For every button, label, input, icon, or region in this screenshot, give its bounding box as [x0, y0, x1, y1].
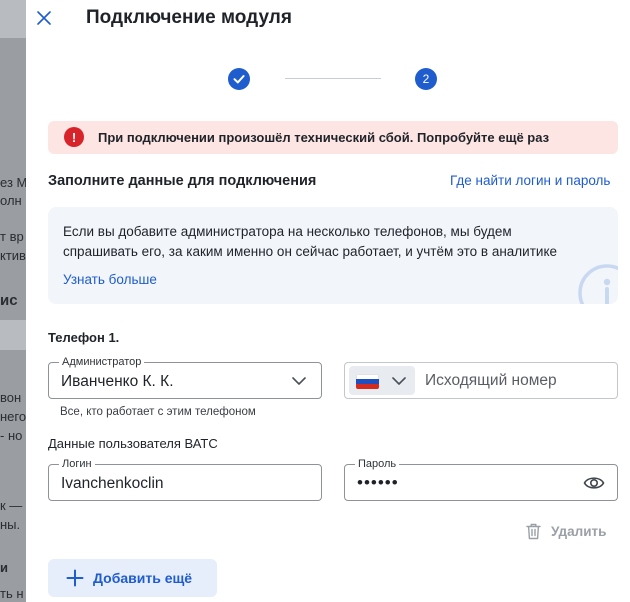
delete-label: Удалить — [551, 523, 607, 539]
login-value: Ivanchenkoclin — [61, 475, 164, 492]
outgoing-number-input[interactable] — [425, 369, 605, 393]
login-field[interactable]: Логин Ivanchenkoclin — [48, 458, 322, 501]
backdrop-text: ез М — [0, 175, 26, 190]
stepper: 2 — [228, 68, 438, 90]
info-text: Если вы добавите администратора на неско… — [63, 224, 558, 259]
info-box: Если вы добавите администратора на неско… — [48, 207, 618, 304]
backdrop-stripe — [0, 320, 26, 350]
step-connector — [285, 78, 381, 79]
trash-icon — [526, 523, 541, 539]
check-icon — [233, 75, 245, 84]
login-label: Логин — [59, 458, 95, 470]
background-page: ез М олн т вр ктив иc вон него - но к — … — [0, 0, 26, 602]
backdrop-text: ть н — [0, 586, 24, 601]
administrator-hint: Все, кто работает с этим телефоном — [60, 406, 256, 418]
backdrop-text: и — [0, 560, 8, 575]
administrator-label: Администратор — [59, 356, 145, 368]
country-code-select[interactable] — [349, 366, 415, 395]
connect-module-panel: Подключение модуля 2 ! При подключении п… — [26, 0, 630, 602]
backdrop-text: ны. — [0, 517, 21, 532]
administrator-value: Иванченко К. К. — [61, 373, 174, 390]
administrator-select[interactable]: Администратор Иванченко К. К. — [48, 356, 322, 399]
vats-user-title: Данные пользователя ВАТС — [48, 436, 218, 451]
password-value: •••••• — [357, 473, 399, 492]
add-more-button[interactable]: Добавить ещё — [48, 559, 217, 597]
step-1-done — [228, 68, 250, 90]
backdrop-stripe — [0, 0, 26, 38]
backdrop-text: - но — [0, 428, 23, 443]
info-circle-icon — [578, 264, 618, 304]
backdrop-text: т вр — [0, 229, 24, 244]
phone-1-title: Телефон 1. — [48, 330, 120, 345]
plus-icon — [66, 569, 84, 587]
panel-header: Подключение модуля — [26, 0, 630, 40]
password-label: Пароль — [355, 458, 400, 470]
learn-more-link[interactable]: Узнать больше — [63, 272, 157, 287]
backdrop-text: олн — [0, 193, 22, 208]
find-credentials-link[interactable]: Где найти логин и пароль — [450, 173, 610, 188]
backdrop-text: иc — [0, 292, 18, 309]
eye-icon[interactable] — [583, 474, 605, 492]
backdrop-text: него — [0, 409, 26, 424]
step-2-current: 2 — [415, 68, 437, 90]
backdrop-text: к — — [0, 498, 23, 513]
chevron-down-icon — [392, 377, 406, 385]
add-more-label: Добавить ещё — [93, 570, 193, 586]
exclamation-icon: ! — [64, 127, 84, 147]
backdrop-text: вон — [0, 390, 22, 405]
password-field[interactable]: Пароль •••••• — [344, 458, 618, 501]
delete-button[interactable]: Удалить — [526, 520, 606, 542]
close-button[interactable] — [34, 8, 54, 28]
backdrop-text: ктив — [0, 248, 26, 263]
alert-message: При подключении произошёл технический сб… — [98, 130, 550, 145]
error-alert: ! При подключении произошёл технический … — [48, 121, 618, 154]
section-title: Заполните данные для подключения — [48, 173, 317, 189]
outgoing-number-field — [344, 362, 618, 399]
page-title: Подключение модуля — [86, 7, 292, 28]
chevron-down-icon — [292, 377, 306, 385]
ru-flag-icon — [356, 374, 379, 389]
close-icon — [37, 11, 51, 25]
